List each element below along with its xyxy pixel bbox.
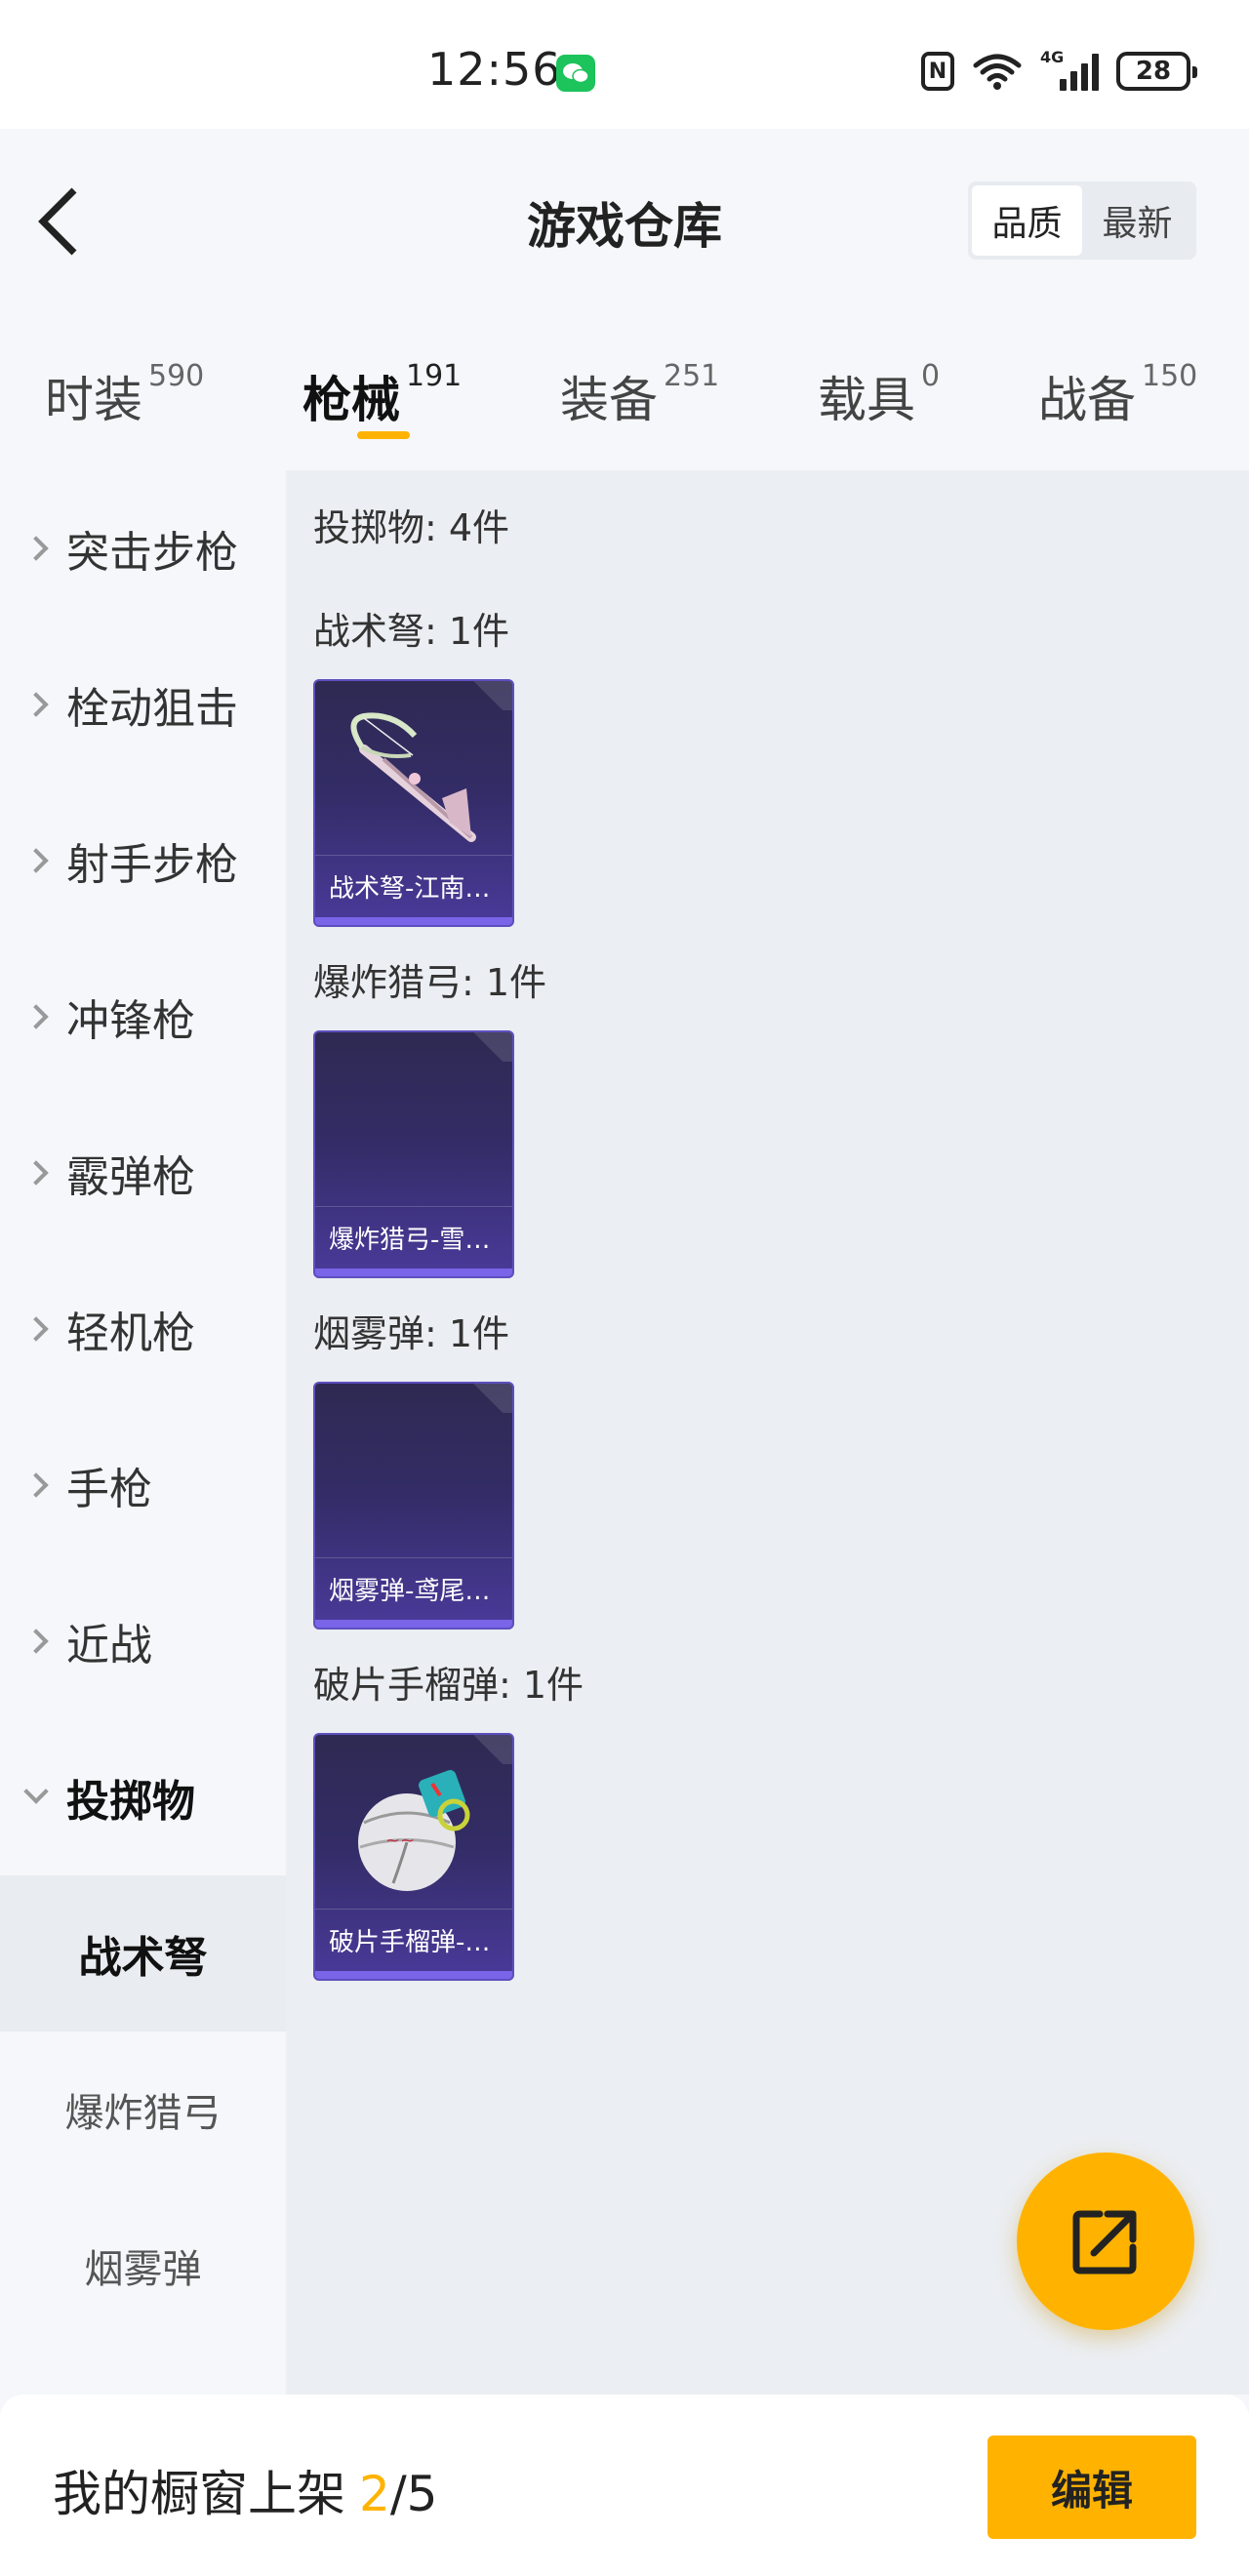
app-header: 游戏仓库 品质 最新: [0, 129, 1249, 314]
chevron-right-icon: [23, 1629, 49, 1654]
wifi-icon: [972, 52, 1023, 91]
rarity-bar: [315, 1620, 512, 1628]
sidebar-subitem-smoke-grenade[interactable]: 烟雾弹: [0, 2188, 286, 2344]
active-tab-indicator: [357, 431, 410, 439]
tab-count: 150: [1142, 359, 1198, 393]
sidebar-item-assault-rifle[interactable]: 突击步枪: [0, 470, 286, 626]
status-bar: 12:56 N 4G 28: [0, 0, 1249, 129]
tab-label: 战备: [1038, 372, 1136, 428]
item-card[interactable]: 战术弩-江南…: [313, 679, 514, 927]
sidebar-item-label: 栓动狙击: [66, 684, 238, 734]
battery-level: 28: [1135, 57, 1172, 86]
tab-count: 251: [664, 359, 720, 393]
tab-vehicles[interactable]: 载具 0: [818, 359, 941, 431]
wechat-notification-icon: [556, 55, 595, 92]
battery-icon: 28: [1116, 52, 1197, 91]
sidebar-item-label: 轻机枪: [66, 1308, 195, 1358]
grenade-icon: ~~: [358, 1770, 470, 1891]
tab-label: 时装: [45, 372, 142, 428]
tab-label: 枪械: [302, 372, 400, 428]
sidebar-subitem-tactical-crossbow[interactable]: 战术弩: [0, 1875, 286, 2032]
sidebar-item-label: 投掷物: [66, 1777, 195, 1827]
chevron-right-icon: [23, 1160, 49, 1186]
section-title: 战术弩: 1件: [313, 610, 510, 653]
chevron-right-icon: [23, 1004, 49, 1029]
sidebar-item-smg[interactable]: 冲锋枪: [0, 939, 286, 1095]
sidebar-item-pistol[interactable]: 手枪: [0, 1407, 286, 1563]
tab-equipment[interactable]: 装备 251: [560, 359, 720, 431]
tab-battle-gear[interactable]: 战备 150: [1038, 359, 1198, 431]
tab-firearms[interactable]: 枪械 191: [302, 359, 463, 431]
cellular-signal-icon: 4G: [1040, 48, 1099, 91]
showcase-current-count: 2: [359, 2466, 390, 2522]
chevron-right-icon: [23, 1316, 49, 1342]
sort-toggle: 品质 最新: [968, 181, 1196, 260]
item-name: 破片手榴弹-…: [315, 1909, 512, 1971]
sidebar-item-bolt-sniper[interactable]: 栓动狙击: [0, 626, 286, 783]
tab-label: 载具: [818, 372, 915, 428]
item-card[interactable]: ~~ 破片手榴弹-…: [313, 1733, 514, 1981]
chevron-right-icon: [23, 848, 49, 873]
sidebar-item-melee[interactable]: 近战: [0, 1563, 286, 1719]
sidebar-item-marksman-rifle[interactable]: 射手步枪: [0, 783, 286, 939]
item-list: 投掷物: 4件 战术弩: 1件 战术弩-江南… 爆炸猎弓: 1件 爆炸猎弓-雪……: [286, 470, 1249, 2395]
showcase-bar: 我的橱窗上架 2 /5 编辑: [0, 2395, 1249, 2576]
sidebar-item-label: 冲锋枪: [66, 996, 195, 1046]
tab-count: 191: [406, 359, 463, 393]
tab-count: 590: [148, 359, 205, 393]
sidebar-item-label: 霰弹枪: [66, 1152, 195, 1202]
rarity-bar: [315, 1268, 512, 1276]
showcase-status: 我的橱窗上架 2 /5: [53, 2455, 437, 2525]
chevron-right-icon: [23, 692, 49, 717]
chevron-right-icon: [23, 1472, 49, 1498]
svg-text:~~: ~~: [385, 1831, 415, 1851]
item-card[interactable]: 烟雾弹-鸢尾…: [313, 1382, 514, 1630]
showcase-label: 我的橱窗上架: [53, 2466, 345, 2522]
item-card[interactable]: 爆炸猎弓-雪…: [313, 1030, 514, 1278]
rarity-bar: [315, 917, 512, 925]
tab-label: 装备: [560, 372, 658, 428]
section-title: 烟雾弹: 1件: [313, 1312, 510, 1355]
share-external-icon: [1072, 2210, 1137, 2274]
status-icons: N 4G 28: [921, 48, 1197, 94]
network-type-label: 4G: [1040, 48, 1065, 66]
share-button[interactable]: [1017, 2153, 1194, 2330]
showcase-total-count: /5: [389, 2466, 438, 2522]
sort-quality-option[interactable]: 品质: [972, 185, 1082, 256]
chevron-down-icon: [23, 1779, 49, 1804]
item-name: 战术弩-江南…: [315, 855, 512, 917]
sidebar-item-label: 手枪: [66, 1465, 152, 1514]
sidebar-item-shotgun[interactable]: 霰弹枪: [0, 1095, 286, 1251]
sidebar-item-throwables[interactable]: 投掷物: [0, 1719, 286, 1875]
tab-fashion[interactable]: 时装 590: [45, 359, 205, 431]
chevron-right-icon: [23, 536, 49, 561]
item-name: 烟雾弹-鸢尾…: [315, 1557, 512, 1620]
weapon-category-sidebar: 突击步枪 栓动狙击 射手步枪 冲锋枪 霰弹枪 轻机枪 手枪 近战 投掷物 战术弩…: [0, 470, 286, 2395]
nfc-icon: N: [921, 52, 954, 91]
sidebar-item-label: 射手步枪: [66, 840, 238, 890]
category-tabs: 时装 590 枪械 191 装备 251 载具 0 战备 150: [0, 314, 1249, 470]
crossbow-icon: [350, 712, 476, 842]
tab-count: 0: [921, 359, 941, 393]
category-summary: 投掷物: 4件: [313, 506, 510, 549]
rarity-bar: [315, 1971, 512, 1979]
sidebar-item-lmg[interactable]: 轻机枪: [0, 1251, 286, 1407]
sort-latest-option[interactable]: 最新: [1082, 185, 1192, 256]
edit-button[interactable]: 编辑: [987, 2435, 1196, 2539]
sidebar-item-label: 近战: [66, 1621, 152, 1670]
status-time: 12:56: [427, 43, 562, 96]
section-title: 爆炸猎弓: 1件: [313, 961, 547, 1004]
sidebar-item-label: 突击步枪: [66, 528, 238, 578]
section-title: 破片手榴弹: 1件: [313, 1664, 584, 1707]
item-name: 爆炸猎弓-雪…: [315, 1206, 512, 1268]
sidebar-subitem-explosive-bow[interactable]: 爆炸猎弓: [0, 2032, 286, 2188]
